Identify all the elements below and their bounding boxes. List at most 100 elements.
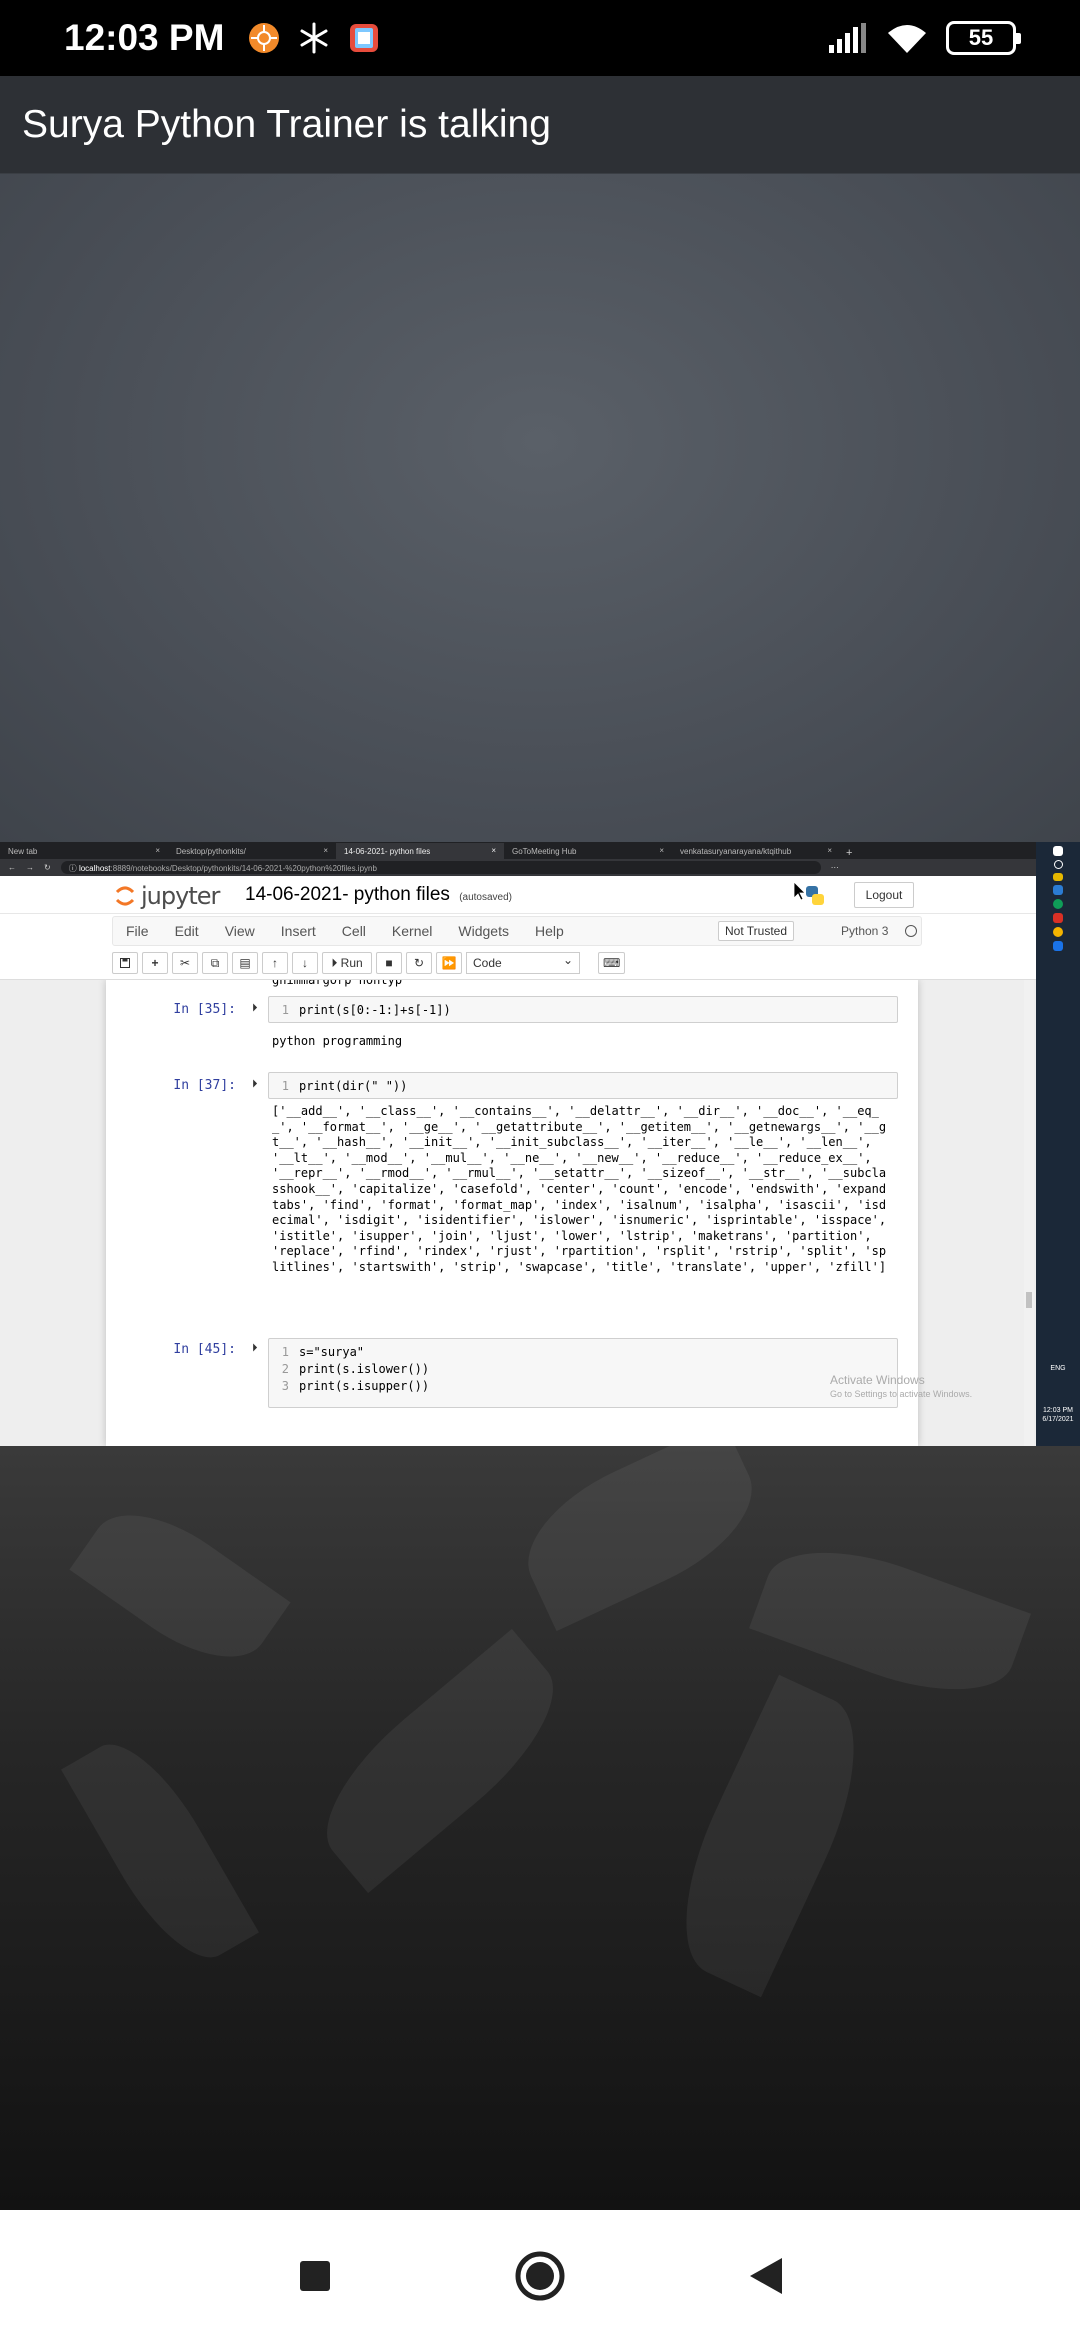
taskbar-clock[interactable]: 12:03 PM 6/17/2021	[1036, 1406, 1080, 1424]
code-line: print(s[0:-1:]+s[-1])	[299, 1002, 451, 1017]
paste-icon[interactable]: ▤	[232, 952, 258, 974]
move-down-icon[interactable]: ↓	[292, 952, 318, 974]
menu-kernel[interactable]: Kernel	[379, 923, 445, 939]
status-time: 12:03 PM	[64, 17, 225, 58]
windows-start-icon[interactable]	[1053, 846, 1063, 856]
close-icon[interactable]: ×	[491, 846, 496, 855]
reload-icon[interactable]: ↻	[44, 863, 51, 872]
leaf-shape	[652, 1674, 888, 1998]
run-cell-icon[interactable]: ⏵	[252, 1002, 262, 1014]
menu-edit[interactable]: Edit	[162, 923, 212, 939]
watermark-subtitle: Go to Settings to activate Windows.	[830, 1389, 973, 1399]
jupyter-logo-icon	[115, 886, 135, 906]
recents-button[interactable]	[289, 2250, 341, 2302]
run-icon: ⏵	[331, 955, 338, 970]
notebook-title[interactable]: 14-06-2021- python files (autosaved)	[245, 884, 512, 906]
app-icon[interactable]	[1053, 913, 1063, 923]
run-button[interactable]: ⏵ Run	[322, 952, 372, 974]
browser-tab[interactable]: Desktop/pythonkits/ ×	[168, 843, 336, 859]
copy-icon[interactable]: ⧉	[202, 952, 228, 974]
battery-indicator: 55	[946, 21, 1021, 55]
new-tab-icon[interactable]: +	[840, 847, 858, 859]
python-logo-icon	[793, 882, 824, 905]
chrome-icon[interactable]	[1053, 927, 1063, 937]
close-icon[interactable]: ×	[155, 846, 160, 855]
cell-input[interactable]: 1 print(dir(" "))	[268, 1072, 898, 1099]
leaf-shape	[69, 1487, 291, 1685]
notebook-scrollbar[interactable]	[1024, 980, 1034, 1446]
leaf-shape	[61, 1724, 259, 1978]
meeting-title: Surya Python Trainer is talking	[22, 102, 551, 146]
navigation-bar	[0, 2210, 1080, 2340]
keyboard-icon[interactable]: ⌨	[598, 952, 626, 974]
move-up-icon[interactable]: ↑	[262, 952, 288, 974]
scrollbar-thumb[interactable]	[1026, 1292, 1032, 1308]
watermark-title: Activate Windows	[830, 1373, 925, 1387]
code-line: s="surya"	[299, 1344, 365, 1359]
cell-type-select[interactable]: Code	[466, 952, 580, 974]
run-label: Run	[340, 956, 363, 970]
taskbar-date: 6/17/2021	[1042, 1416, 1074, 1423]
folder-icon[interactable]	[1053, 873, 1063, 881]
insert-cell-icon[interactable]: +	[142, 952, 168, 974]
signal-icon	[826, 20, 868, 56]
code-line: print(s.isupper())	[299, 1378, 430, 1393]
url-path: :8889/notebooks/Desktop/pythonkits/14-06…	[110, 864, 377, 873]
cell-input[interactable]: 1 print(s[0:-1:]+s[-1])	[268, 996, 898, 1023]
taskbar-language[interactable]: ENG	[1036, 1365, 1080, 1372]
url-field[interactable]: ⓘ localhost:8889/notebooks/Desktop/pytho…	[60, 861, 821, 874]
fast-forward-icon[interactable]: ⏩	[436, 952, 462, 974]
app-notification-icon	[246, 20, 282, 56]
menu-file[interactable]: File	[113, 923, 162, 939]
restart-icon[interactable]: ↻	[406, 952, 432, 974]
browser-tab[interactable]: venkatasuryanarayana/ktqithub ×	[672, 843, 840, 859]
cell-output: ['__add__', '__class__', '__contains__',…	[272, 1104, 894, 1274]
home-button[interactable]	[514, 2250, 566, 2302]
notebook-area[interactable]: gnimmargorp nohtyp In [35]: ⏵ 1 print(s[0…	[0, 980, 1036, 1446]
jupyter-logo-text: jupyter	[141, 882, 220, 910]
menu-insert[interactable]: Insert	[268, 923, 329, 939]
run-cell-icon[interactable]: ⏵	[252, 1078, 262, 1090]
jupyter-menu-row: File Edit View Insert Cell Kernel Widget…	[0, 914, 1036, 948]
menu-widgets[interactable]: Widgets	[445, 923, 522, 939]
cut-icon[interactable]: ✂	[172, 952, 198, 974]
browser-tab-active[interactable]: 14-06-2021- python files ×	[336, 843, 504, 859]
meeting-header: Surya Python Trainer is talking	[0, 76, 1080, 174]
forward-icon[interactable]: →	[26, 863, 34, 872]
menu-cell[interactable]: Cell	[329, 923, 379, 939]
snowflake-icon	[296, 20, 332, 56]
browser-tab[interactable]: New tab ×	[0, 843, 168, 859]
close-icon[interactable]: ×	[323, 846, 328, 855]
save-icon[interactable]	[112, 952, 138, 974]
browser-tab[interactable]: GoToMeeting Hub ×	[504, 843, 672, 859]
status-bar: 12:03 PM 55	[0, 0, 1080, 76]
mail-icon[interactable]	[1053, 885, 1063, 895]
shared-screen[interactable]: New tab × Desktop/pythonkits/ × 14-06-2021…	[0, 842, 1080, 1446]
stop-icon[interactable]: ■	[376, 952, 402, 974]
search-icon[interactable]	[1053, 860, 1063, 869]
menubar: File Edit View Insert Cell Kernel Widget…	[112, 916, 922, 946]
cell-prompt: In [45]:	[173, 1342, 236, 1357]
close-icon[interactable]: ×	[659, 846, 664, 855]
home-icon	[515, 2251, 565, 2301]
menu-view[interactable]: View	[212, 923, 268, 939]
jupyter-logo[interactable]: jupyter	[115, 882, 220, 910]
back-button[interactable]	[740, 2250, 792, 2302]
windows-taskbar: ENG 12:03 PM 6/17/2021	[1036, 842, 1080, 1446]
menu-help[interactable]: Help	[522, 923, 577, 939]
browser-tab-label: venkatasuryanarayana/ktqithub	[680, 846, 792, 856]
run-cell-icon[interactable]: ⏵	[252, 1342, 262, 1354]
not-trusted-button[interactable]: Not Trusted	[718, 921, 795, 941]
url-host: localhost	[78, 864, 111, 873]
app-icon[interactable]	[1053, 941, 1063, 951]
extensions-icon[interactable]: ⋯	[831, 863, 839, 872]
code-line: print(dir(" "))	[299, 1078, 408, 1093]
close-icon[interactable]: ×	[827, 846, 832, 855]
back-icon[interactable]: ←	[8, 863, 16, 872]
app-icon[interactable]	[1053, 899, 1063, 909]
logout-button[interactable]: Logout	[854, 882, 914, 908]
cell-input[interactable]: 1 s="surya" 2 print(s.islower()) 3 print(s.…	[268, 1338, 898, 1408]
video-placeholder	[0, 174, 1080, 842]
cell-prompt: In [35]:	[173, 1002, 236, 1017]
taskbar-time: 12:03 PM	[1043, 1407, 1073, 1414]
